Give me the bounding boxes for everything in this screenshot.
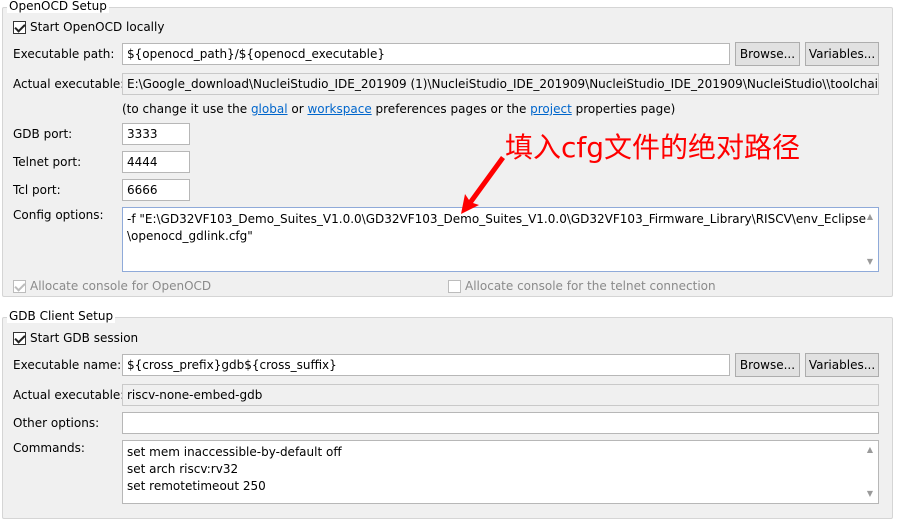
- command-line: set mem inaccessible-by-default off: [127, 445, 342, 459]
- openocd-executable-path-input[interactable]: ${openocd_path}/${openocd_executable}: [122, 43, 730, 65]
- preferences-hint: (to change it use the global or workspac…: [122, 102, 675, 116]
- gdb-port-label: GDB port:: [13, 127, 73, 141]
- config-options-label: Config options:: [13, 208, 104, 222]
- allocate-console-openocd-label[interactable]: Allocate console for OpenOCD: [30, 279, 211, 293]
- allocate-console-telnet-label[interactable]: Allocate console for the telnet connecti…: [465, 279, 716, 293]
- gdb-executable-name-input[interactable]: ${cross_prefix}gdb${cross_suffix}: [122, 354, 730, 376]
- openocd-executable-path-label: Executable path:: [13, 47, 115, 61]
- openocd-actual-executable-label: Actual executable:: [13, 77, 125, 91]
- start-openocd-label[interactable]: Start OpenOCD locally: [30, 20, 164, 34]
- other-options-label: Other options:: [13, 416, 100, 430]
- gdb-browse-button[interactable]: Browse...: [735, 353, 800, 377]
- config-options-line-2: \openocd_gdlink.cfg": [127, 229, 253, 243]
- openocd-variables-button[interactable]: Variables...: [805, 42, 879, 66]
- tcl-port-input[interactable]: 6666: [122, 179, 190, 201]
- scroll-down-icon[interactable]: ▼: [864, 489, 876, 499]
- commands-textarea[interactable]: set mem inaccessible-by-default off set …: [122, 440, 879, 504]
- start-openocd-checkbox[interactable]: [13, 21, 26, 34]
- gdb-executable-name-label: Executable name:: [13, 358, 122, 372]
- scroll-down-icon[interactable]: ▼: [864, 257, 876, 267]
- annotation-text: 填入cfg文件的绝对路径: [505, 131, 801, 164]
- hint-or: or: [287, 102, 308, 116]
- telnet-port-label: Telnet port:: [13, 155, 82, 169]
- other-options-input[interactable]: [122, 412, 879, 434]
- gdb-variables-button[interactable]: Variables...: [805, 353, 879, 377]
- workspace-preferences-link[interactable]: workspace: [307, 102, 371, 116]
- hint-suffix: properties page): [571, 102, 676, 116]
- command-line: set arch riscv:rv32: [127, 462, 239, 476]
- project-properties-link[interactable]: project: [530, 102, 572, 116]
- allocate-console-telnet-checkbox[interactable]: [448, 280, 461, 293]
- openocd-setup-title: OpenOCD Setup: [7, 0, 109, 13]
- scroll-up-icon[interactable]: ▲: [864, 212, 876, 222]
- hint-prefix: (to change it use the: [122, 102, 251, 116]
- global-preferences-link[interactable]: global: [251, 102, 288, 116]
- openocd-actual-executable-field: E:\Google_download\NucleiStudio_IDE_2019…: [122, 73, 879, 95]
- start-gdb-session-label[interactable]: Start GDB session: [30, 331, 138, 345]
- command-line: set remotetimeout 250: [127, 479, 266, 493]
- allocate-console-openocd-checkbox[interactable]: [13, 280, 26, 293]
- start-gdb-session-checkbox[interactable]: [13, 332, 26, 345]
- scroll-up-icon[interactable]: ▲: [864, 445, 876, 455]
- annotation-arrow-icon: [461, 156, 505, 214]
- gdb-port-input[interactable]: 3333: [122, 123, 190, 145]
- commands-label: Commands:: [13, 441, 85, 455]
- gdb-actual-executable-field: riscv-none-embed-gdb: [122, 384, 879, 406]
- gdb-client-setup-title: GDB Client Setup: [7, 309, 116, 323]
- hint-middle: preferences pages or the: [371, 102, 531, 116]
- telnet-port-input[interactable]: 4444: [122, 151, 190, 173]
- gdb-actual-executable-label: Actual executable:: [13, 388, 125, 402]
- openocd-browse-button[interactable]: Browse...: [735, 42, 800, 66]
- tcl-port-label: Tcl port:: [13, 183, 61, 197]
